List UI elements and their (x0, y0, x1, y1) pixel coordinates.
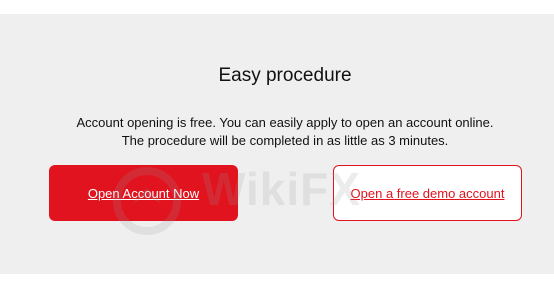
description-line-1: Account opening is free. You can easily … (76, 115, 494, 130)
procedure-panel: Easy procedure Account opening is free. … (0, 14, 554, 274)
section-description: Account opening is free. You can easily … (0, 114, 554, 150)
description-line-2: The procedure will be completed in as li… (121, 133, 449, 148)
open-account-button[interactable]: Open Account Now (49, 165, 238, 221)
section-title: Easy procedure (218, 65, 352, 86)
demo-account-button[interactable]: Open a free demo account (333, 165, 522, 221)
